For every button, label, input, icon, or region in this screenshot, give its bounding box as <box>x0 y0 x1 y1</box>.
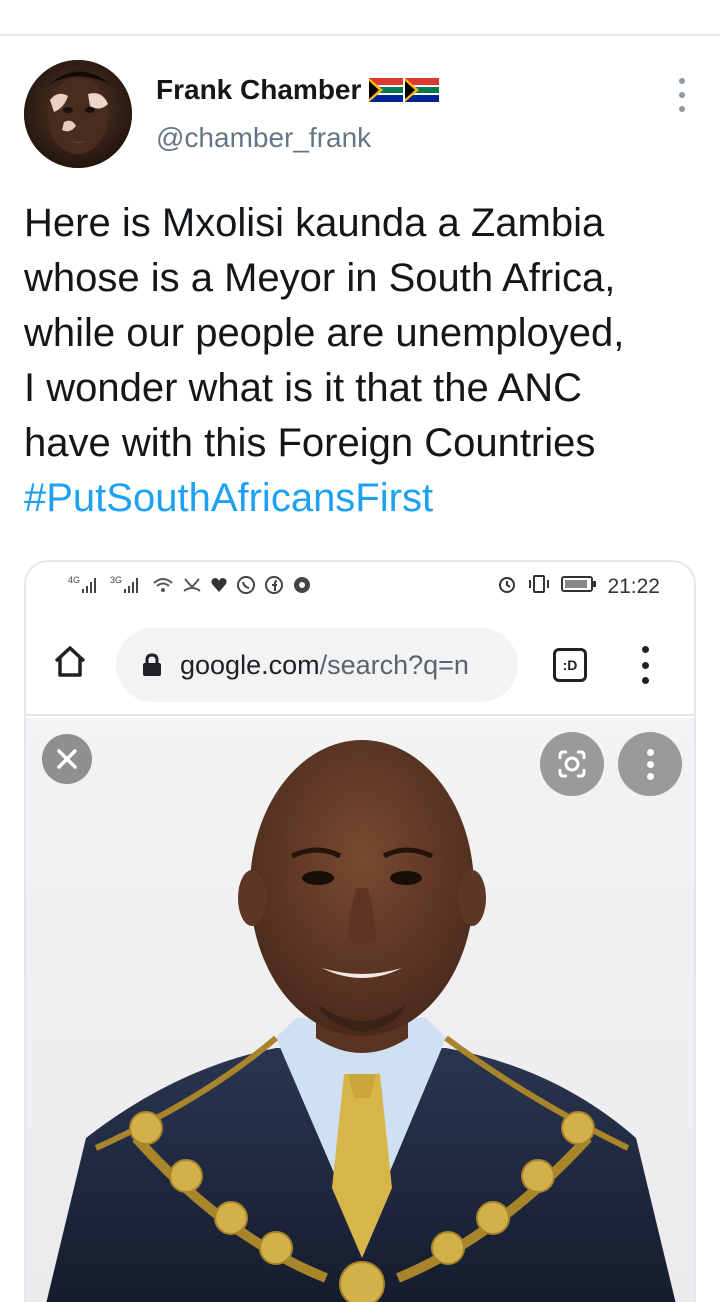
tweet-text-line: have with this Foreign Countries <box>24 421 596 465</box>
image-more-options-button[interactable] <box>618 732 682 796</box>
name-row: Frank Chamber <box>156 74 440 106</box>
portrait-image[interactable] <box>26 718 696 1302</box>
heart-icon <box>210 576 228 594</box>
svg-text:4G: 4G <box>68 575 80 585</box>
home-icon[interactable] <box>52 644 88 680</box>
south-africa-flag-icon <box>369 78 404 102</box>
battery-icon <box>561 575 597 599</box>
status-left: 4G 3G <box>68 574 312 596</box>
tweet-text-line: whose is a Meyor in South Africa, <box>24 256 616 300</box>
tweet-text: Here is Mxolisi kaunda a Zambia whose is… <box>24 196 704 526</box>
url-host: google.com <box>180 649 320 680</box>
tab-switcher-button[interactable]: :D <box>553 648 587 682</box>
flags <box>369 78 440 102</box>
wifi-icon <box>152 575 174 595</box>
svg-text:3G: 3G <box>110 575 122 585</box>
search-image-viewer <box>26 718 696 1302</box>
network-3g-signal-icon: 3G <box>110 574 144 596</box>
network-4g-signal-icon: 4G <box>68 574 102 596</box>
vibrate-icon <box>527 574 551 600</box>
browser-menu-icon[interactable] <box>638 646 652 684</box>
hashtag-link[interactable]: #PutSouthAfricansFirst <box>24 471 704 526</box>
tweet-header: Frank Chamber @chamber_frank <box>24 60 704 172</box>
google-lens-button[interactable] <box>540 732 604 796</box>
top-strip <box>0 0 720 36</box>
address-bar[interactable]: google.com/search?q=n <box>116 628 518 702</box>
display-name[interactable]: Frank Chamber <box>156 74 361 106</box>
status-time: 21:22 <box>607 575 660 598</box>
url-path: /search?q=n <box>319 649 469 680</box>
tweet-text-line: while our people are unemployed, <box>24 311 625 355</box>
missed-call-icon <box>182 575 202 595</box>
close-viewer-button[interactable] <box>42 734 92 784</box>
phone-status-bar: 4G 3G 21:22 <box>26 562 694 612</box>
south-africa-flag-icon <box>405 78 440 102</box>
tweet-text-line: I wonder what is it that the ANC <box>24 366 583 410</box>
close-icon <box>57 749 77 769</box>
handle[interactable]: @chamber_frank <box>156 122 371 154</box>
avatar[interactable] <box>24 60 132 168</box>
alarm-icon <box>497 574 517 600</box>
status-right: 21:22 <box>497 574 660 600</box>
tweet-text-line: Here is Mxolisi kaunda a Zambia <box>24 201 605 245</box>
facebook-icon <box>264 575 284 595</box>
browser-toolbar: google.com/search?q=n :D <box>26 614 694 716</box>
browser-icon <box>292 575 312 595</box>
whatsapp-icon <box>236 575 256 595</box>
lock-icon <box>143 653 161 676</box>
media-card[interactable]: 4G 3G 21:22 google.com/search?q=n:D <box>24 560 696 1302</box>
url-text: google.com/search?q=n <box>180 650 469 681</box>
lens-icon <box>558 750 586 778</box>
more-options-icon[interactable] <box>672 78 692 112</box>
